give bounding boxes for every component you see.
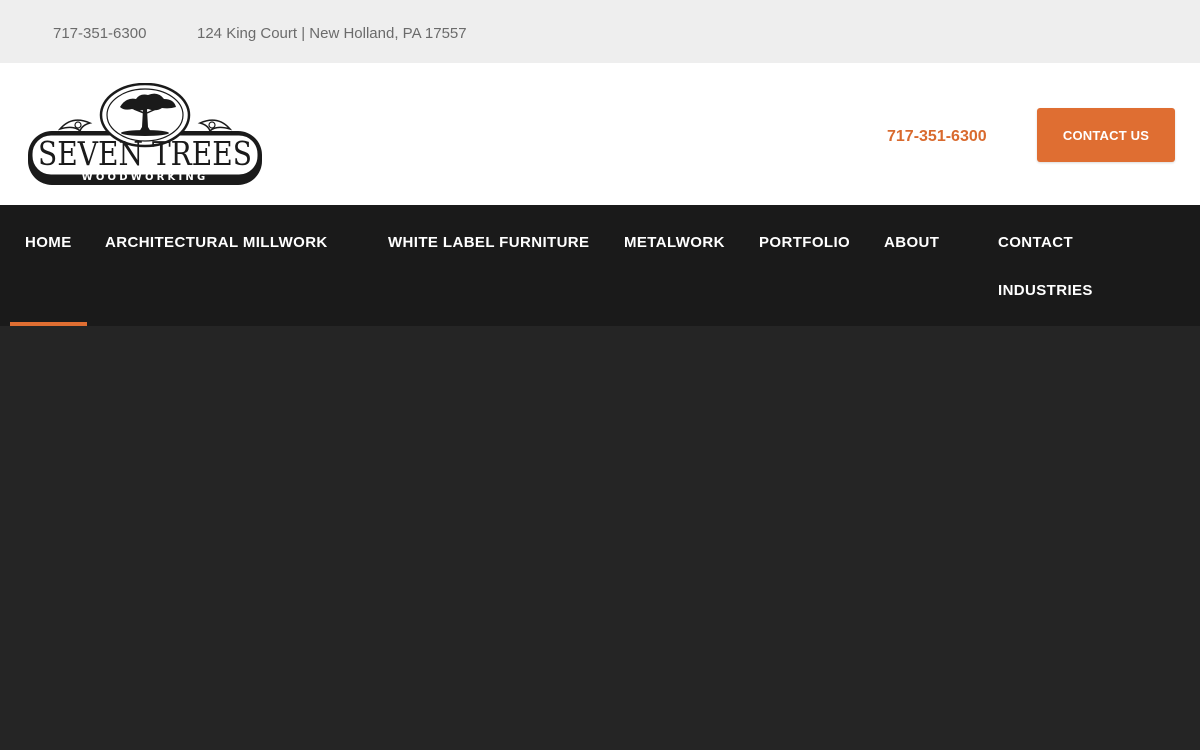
nav-item-portfolio[interactable]: PORTFOLIO [759, 234, 850, 251]
nav-item-about[interactable]: ABOUT [884, 234, 939, 251]
tree-logo-icon: SEVEN TREES WOODWORKING [28, 82, 262, 185]
top-info-bar: 717-351-6300 124 King Court | New Hollan… [0, 0, 1200, 63]
contact-us-button[interactable]: CONTACT US [1037, 108, 1175, 162]
nav-item-home[interactable]: HOME [25, 234, 72, 251]
main-navigation: HOME ARCHITECTURAL MILLWORK WHITE LABEL … [0, 205, 1200, 326]
logo-tagline: WOODWORKING [82, 172, 209, 183]
topbar-phone-link[interactable]: 717-351-6300 [53, 25, 146, 42]
site-header: SEVEN TREES WOODWORKING 717-351-6300 CON… [0, 63, 1200, 205]
topbar-address: 124 King Court | New Holland, PA 17557 [197, 25, 467, 42]
site-logo[interactable]: SEVEN TREES WOODWORKING [26, 82, 264, 187]
nav-item-architectural-millwork[interactable]: ARCHITECTURAL MILLWORK [105, 234, 328, 251]
logo-name: SEVEN TREES [38, 134, 252, 173]
header-phone-link[interactable]: 717-351-6300 [887, 128, 987, 146]
hero-section [0, 326, 1200, 750]
nav-item-contact[interactable]: CONTACT [998, 234, 1073, 251]
nav-item-industries[interactable]: INDUSTRIES [998, 282, 1093, 299]
nav-item-metalwork[interactable]: METALWORK [624, 234, 725, 251]
nav-item-white-label-furniture[interactable]: WHITE LABEL FURNITURE [388, 234, 589, 251]
